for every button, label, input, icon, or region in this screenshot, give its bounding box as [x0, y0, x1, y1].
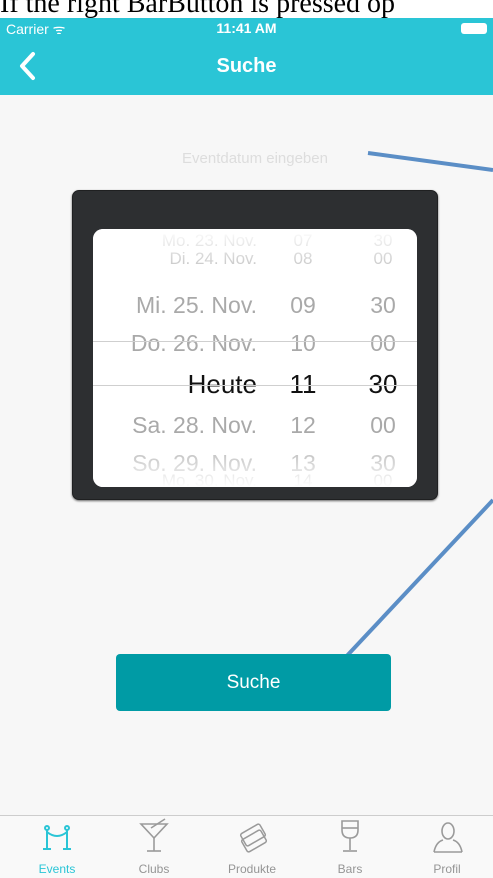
- picker-hour: 09: [290, 292, 316, 318]
- wine-glass-icon: [341, 820, 359, 852]
- picker-hour: 08: [293, 249, 313, 268]
- event-date-field[interactable]: Eventdatum eingeben: [150, 150, 360, 167]
- date-time-picker[interactable]: Mo. 23. Nov. 07 30 Di. 24. Nov. 08 00 Mi. 25. …: [93, 229, 417, 487]
- tab-profil[interactable]: Profil: [398, 816, 493, 878]
- picker-hour: 14: [293, 471, 313, 487]
- picker-row[interactable]: Sa. 28. Nov. 12 00: [93, 405, 417, 445]
- picker-minute: 00: [373, 249, 393, 268]
- tab-clubs[interactable]: Clubs: [105, 816, 203, 878]
- picker-row[interactable]: Do. 26. Nov. 10 00: [93, 323, 417, 363]
- picker-minute: 00: [373, 471, 393, 487]
- picker-row[interactable]: Mo. 30. Nov. 14 00: [93, 461, 417, 487]
- caption-text: If the right BarButton is pressed op: [0, 0, 396, 18]
- annotation-arrow-bottom: [341, 498, 493, 662]
- tab-label: Events: [38, 862, 76, 876]
- status-time: 11:41 AM: [216, 20, 277, 36]
- tab-bar: Events Clubs Produkte Bars Profil: [0, 815, 493, 878]
- navigation-bar: Suche: [0, 40, 493, 95]
- selection-line-top: [93, 341, 417, 342]
- tab-bars[interactable]: Bars: [301, 816, 399, 878]
- picker-hour: 12: [290, 412, 316, 438]
- tab-label: Bars: [337, 862, 363, 876]
- picker-row-selected[interactable]: Heute 11 30: [93, 364, 417, 404]
- page-title: Suche: [216, 55, 277, 77]
- picker-hour: 11: [289, 369, 317, 399]
- tab-label: Profil: [433, 862, 461, 876]
- selection-line-bottom: [93, 385, 417, 386]
- tab-produkte[interactable]: Produkte: [203, 816, 301, 878]
- picker-minute: 30: [370, 292, 396, 318]
- picker-day: Mo. 30. Nov.: [161, 471, 257, 487]
- tickets-icon: [239, 823, 268, 853]
- picker-minute: 00: [370, 412, 396, 438]
- picker-row[interactable]: Di. 24. Nov. 08 00: [93, 239, 417, 279]
- picker-minute: 00: [370, 330, 396, 356]
- document-caption: If the right BarButton is pressed op: [0, 0, 493, 18]
- tab-events[interactable]: Events: [8, 816, 106, 878]
- picker-day: Do. 26. Nov.: [130, 330, 257, 356]
- picker-row[interactable]: Mi. 25. Nov. 09 30: [93, 285, 417, 325]
- cocktail-glass-icon: [139, 818, 169, 852]
- tab-label: Produkte: [227, 862, 277, 876]
- picker-day: Mi. 25. Nov.: [136, 292, 257, 318]
- search-button[interactable]: Suche: [116, 654, 391, 711]
- annotation-arrow-top: [367, 151, 493, 172]
- picker-day: Sa. 28. Nov.: [132, 412, 257, 438]
- picker-hour: 10: [290, 330, 316, 356]
- picker-day: Heute: [187, 369, 257, 399]
- rope-barrier-icon: [43, 825, 71, 850]
- picker-day: Di. 24. Nov.: [169, 249, 257, 268]
- tab-label: Clubs: [138, 862, 170, 876]
- status-bar: Carrier ᯤ 11:41 AM: [0, 18, 493, 40]
- picker-minute: 30: [368, 369, 398, 399]
- battery-icon: [461, 23, 487, 34]
- person-icon: [433, 822, 463, 853]
